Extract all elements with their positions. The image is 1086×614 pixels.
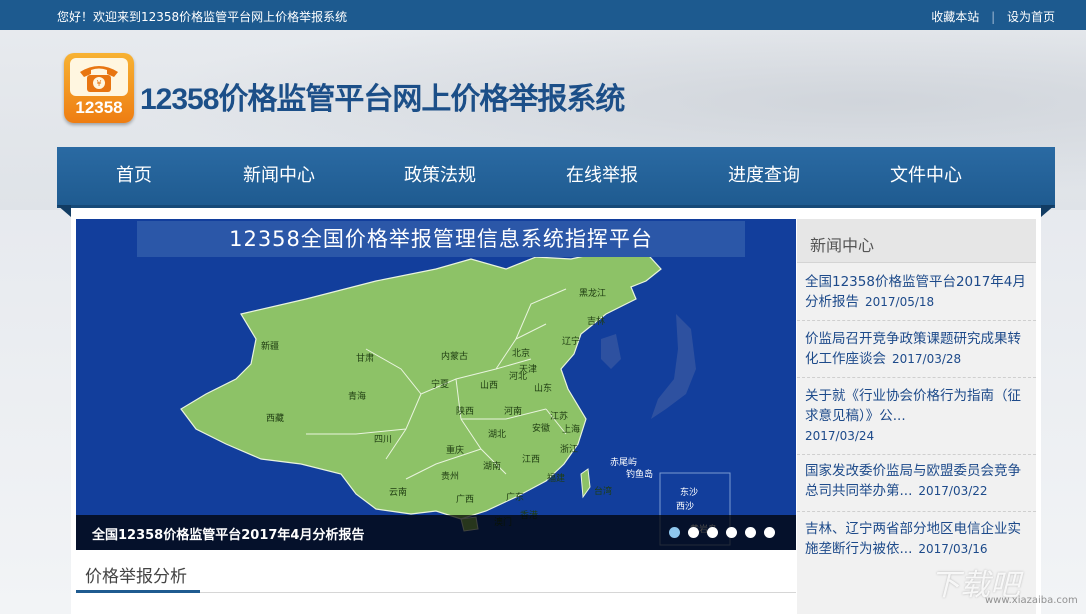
news-item-4[interactable]: 国家发改委价监局与欧盟委员会竞争总司共同举办第... 2017/03/22 [805, 461, 1027, 501]
map-label-36: 西沙 [676, 501, 694, 512]
map-label-13: 陕西 [456, 405, 474, 417]
map-label-9: 宁夏 [431, 378, 449, 390]
map-label-27: 云南 [389, 486, 407, 498]
map-label-17: 西藏 [266, 412, 284, 424]
slide-dot-2[interactable] [688, 527, 699, 538]
news-panel: 新闻中心 全国12358价格监管平台2017年4月分析报告 2017/05/18 … [797, 219, 1036, 614]
map-label-22: 重庆 [446, 444, 464, 456]
map-label-14: 河南 [504, 405, 522, 417]
map-label-16: 上海 [562, 423, 580, 435]
map-label-30: 台湾 [594, 485, 612, 497]
map-label-5: 内蒙古 [441, 350, 468, 362]
map-label-1: 吉林 [587, 315, 605, 327]
map-label-2: 辽宁 [562, 335, 580, 347]
map-label-11: 山东 [534, 382, 552, 394]
news-separator [797, 320, 1036, 322]
taiwan-shape [580, 468, 591, 499]
map-label-33: 赤尾屿 [610, 457, 637, 468]
slide-dot-6[interactable] [764, 527, 775, 538]
news-separator [797, 511, 1036, 513]
slide-dot-1[interactable] [669, 527, 680, 538]
link-separator: | [991, 10, 996, 24]
nav-item-report[interactable]: 在线举报 [552, 147, 652, 205]
map-label-0: 黑龙江 [579, 287, 606, 299]
map-label-8: 河北 [509, 370, 527, 382]
logo-number: 12358 [75, 98, 123, 117]
nav-fold-right [1041, 205, 1055, 217]
map-label-23: 湖南 [483, 460, 501, 472]
nav-item-home[interactable]: 首页 [87, 147, 181, 205]
news-item-date: 2017/03/24 [805, 429, 875, 443]
map-label-35: 东沙 [680, 486, 698, 498]
news-item-date: 2017/03/22 [918, 484, 988, 498]
news-item-2[interactable]: 价监局召开竞争政策课题研究成果转化工作座谈会 2017/03/28 [805, 329, 1027, 369]
map-label-4: 甘肃 [356, 352, 374, 364]
map-label-21: 浙江 [560, 443, 578, 455]
nav-item-files[interactable]: 文件中心 [876, 147, 976, 205]
map-label-12: 青海 [348, 390, 366, 402]
svg-text:¥: ¥ [96, 79, 101, 88]
analysis-underline [76, 590, 200, 593]
news-item-title: 国家发改委价监局与欧盟委员会竞争总司共同举办第... [805, 463, 1021, 499]
nav-item-progress[interactable]: 进度查询 [714, 147, 814, 205]
main-nav: 首页 新闻中心 政策法规 在线举报 进度查询 文件中心 [57, 147, 1055, 208]
news-header: 新闻中心 [797, 219, 1036, 263]
map-label-6: 北京 [512, 347, 530, 359]
bookmark-link[interactable]: 收藏本站 [931, 10, 979, 24]
slide-dot-4[interactable] [726, 527, 737, 538]
news-separator [797, 454, 1036, 456]
top-links: 收藏本站 | 设为首页 [931, 8, 1055, 25]
logo[interactable]: ¥ 12358 [64, 53, 134, 123]
news-item-date: 2017/05/18 [865, 295, 935, 309]
map-label-15: 江苏 [550, 410, 568, 422]
china-map: 黑龙江吉林辽宁新疆甘肃 内蒙古 北京天津河北宁夏 山西 山东青海陕西 河南 江苏上海西藏四川… [180, 246, 731, 546]
news-item-title: 关于就《行业协会价格行为指南（征求意见稿）》公... [805, 388, 1021, 424]
map-label-19: 湖北 [488, 429, 506, 440]
news-heading: 新闻中心 [810, 236, 875, 255]
news-item-1[interactable]: 全国12358价格监管平台2017年4月分析报告 2017/05/18 [805, 272, 1027, 312]
map-label-28: 广西 [456, 493, 474, 505]
set-home-link[interactable]: 设为首页 [1007, 10, 1055, 24]
map-label-24: 江西 [522, 454, 540, 465]
map-label-26: 贵州 [441, 470, 459, 482]
top-bar: 您好！欢迎来到12358价格监管平台网上价格举报系统 收藏本站 | 设为首页 [0, 0, 1086, 30]
map-label-34: 钓鱼岛 [626, 468, 653, 480]
nav-item-policy[interactable]: 政策法规 [390, 147, 490, 205]
slide-dot-3[interactable] [707, 527, 718, 538]
analysis-title[interactable]: 价格举报分析 [85, 562, 187, 587]
map-label-20: 安徽 [532, 422, 550, 434]
news-item-title: 吉林、辽宁两省部分地区电信企业实施垄断行为被依... [805, 521, 1021, 557]
nav-item-news[interactable]: 新闻中心 [229, 147, 329, 205]
news-item-3[interactable]: 关于就《行业协会价格行为指南（征求意见稿）》公... 2017/03/24 [805, 386, 1027, 446]
map-label-10: 山西 [480, 380, 498, 391]
news-item-date: 2017/03/16 [918, 542, 988, 556]
welcome-text: 您好！欢迎来到12358价格监管平台网上价格举报系统 [57, 10, 348, 24]
map-label-3: 新疆 [261, 340, 279, 352]
caption-bar: 全国12358价格监管平台2017年4月分析报告 [76, 515, 796, 550]
news-item-date: 2017/03/28 [892, 352, 962, 366]
neighbor-land [601, 314, 696, 419]
news-item-5[interactable]: 吉林、辽宁两省部分地区电信企业实施垄断行为被依... 2017/03/16 [805, 519, 1027, 559]
nav-fold-left [57, 205, 71, 217]
news-separator [797, 377, 1036, 379]
banner-caption[interactable]: 全国12358价格监管平台2017年4月分析报告 [92, 524, 364, 543]
map-label-25: 福建 [547, 472, 565, 484]
map-label-29: 广东 [506, 491, 524, 503]
phone-icon: ¥ [70, 58, 128, 96]
banner-title: 12358全国价格举报管理信息系统指挥平台 [137, 221, 745, 257]
watermark-url: www.xiazaiba.com [985, 595, 1078, 606]
map-label-18: 四川 [374, 435, 392, 445]
banner-slider[interactable]: 黑龙江 吉林 辽宁 新疆 甘肃 内蒙古 北京 天津 河北 宁夏 山西 山东 青海 陕西 河南 江苏 上海 西藏 四川… [76, 219, 796, 550]
slide-dot-5[interactable] [745, 527, 756, 538]
site-title: 12358价格监管平台网上价格举报系统 [140, 83, 625, 116]
